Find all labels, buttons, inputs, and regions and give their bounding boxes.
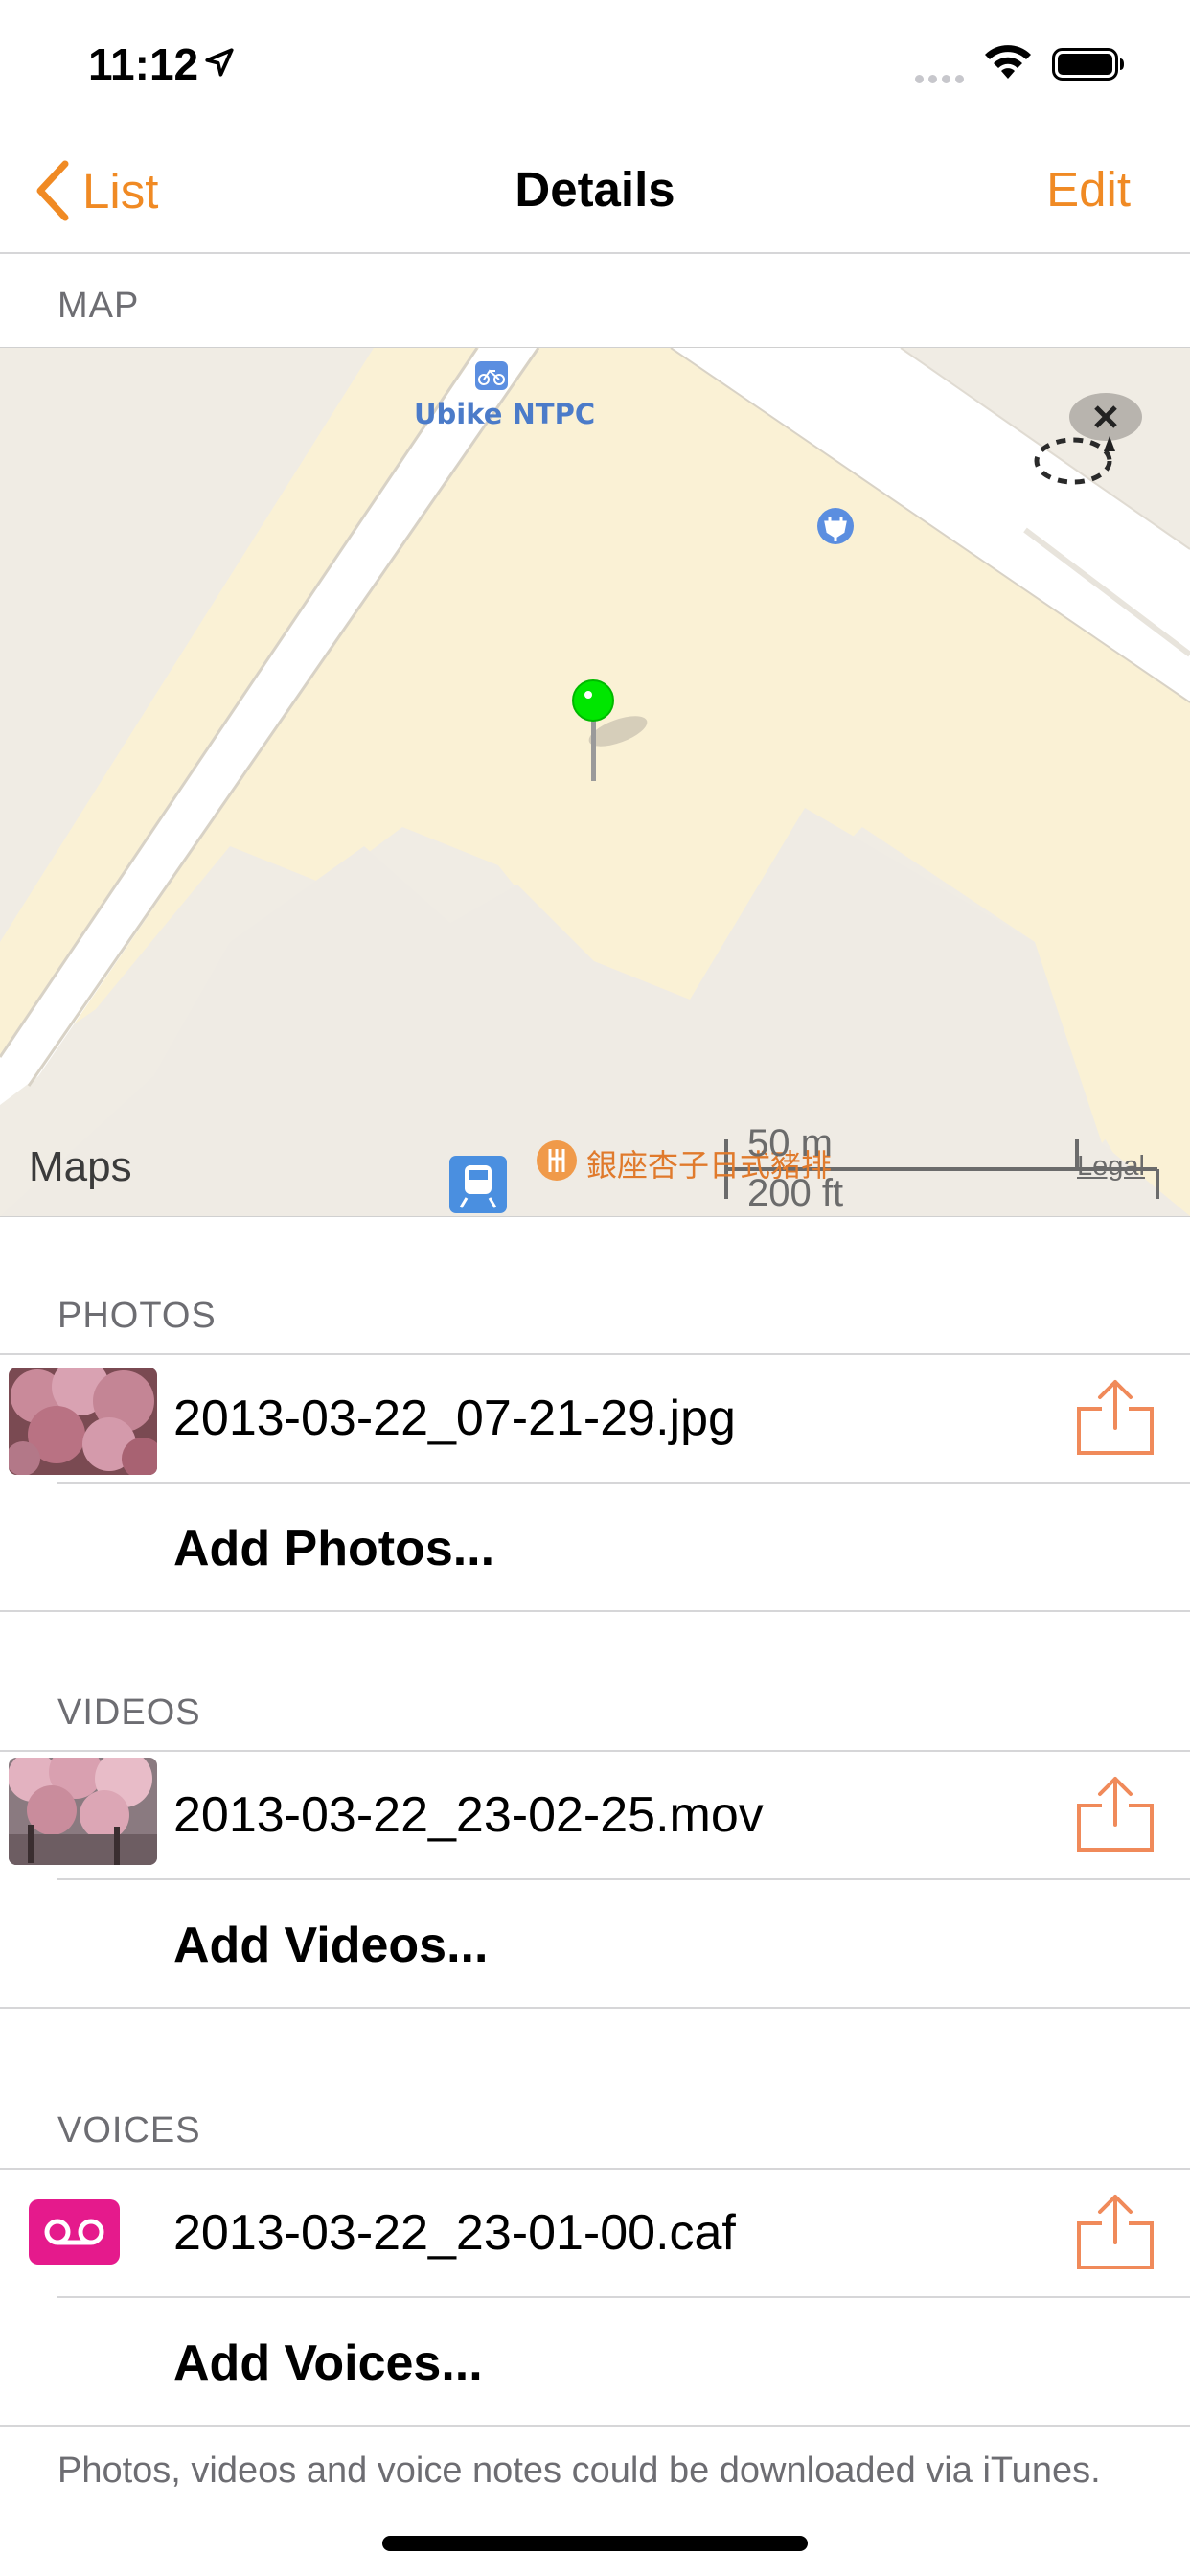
scale-metric: 50 m: [747, 1122, 833, 1164]
section-header-videos: VIDEOS: [57, 1692, 201, 1733]
scale-imperial: 200 ft: [747, 1172, 844, 1214]
share-icon[interactable]: [1075, 1378, 1156, 1457]
video-thumbnail: [9, 1758, 157, 1865]
divider: [0, 2007, 1190, 2009]
divider: [0, 1610, 1190, 1612]
share-icon[interactable]: [1075, 1775, 1156, 1853]
footer-note: Photos, videos and voice notes could be …: [57, 2450, 1101, 2491]
train-icon: [449, 1156, 507, 1213]
add-voices-row[interactable]: Add Voices...: [0, 2298, 1190, 2425]
cellular-signal-icon: [915, 71, 969, 88]
section-header-photos: PHOTOS: [57, 1296, 217, 1336]
section-header-voices: VOICES: [57, 2110, 201, 2150]
map-poi-bike-label: Ubike NTPC: [414, 398, 596, 430]
photo-filename: 2013-03-22_07-21-29.jpg: [173, 1391, 736, 1446]
divider: [0, 2425, 1190, 2426]
nav-divider: [0, 252, 1190, 254]
edit-button[interactable]: Edit: [1046, 161, 1131, 218]
home-indicator[interactable]: [382, 2536, 808, 2551]
section-header-map: MAP: [57, 286, 140, 326]
wifi-icon: [985, 45, 1031, 79]
voice-row[interactable]: 2013-03-22_23-01-00.caf: [0, 2170, 1190, 2296]
add-voices-button[interactable]: Add Voices...: [173, 2334, 483, 2392]
voicemail-icon: [29, 2199, 120, 2265]
status-time: 11:12: [88, 39, 199, 89]
voice-filename: 2013-03-22_23-01-00.caf: [173, 2205, 736, 2261]
add-videos-row[interactable]: Add Videos...: [0, 1880, 1190, 2007]
map-legal-link[interactable]: Legal: [1077, 1151, 1145, 1183]
battery-icon: [1052, 48, 1124, 80]
add-photos-row[interactable]: Add Photos...: [0, 1484, 1190, 1610]
video-filename: 2013-03-22_23-02-25.mov: [173, 1787, 764, 1843]
apple-maps-logo: Maps: [29, 1143, 132, 1190]
map-view[interactable]: Ubike NTPC 銀座杏子日式豬排 Maps 50 m 200 ft Leg…: [0, 347, 1190, 1217]
restaurant-icon: [537, 1140, 577, 1181]
page-title: Details: [515, 162, 675, 217]
add-photos-button[interactable]: Add Photos...: [173, 1520, 494, 1577]
location-arrow-icon: [205, 48, 234, 77]
share-icon[interactable]: [1075, 2193, 1156, 2271]
bike-icon: [475, 361, 508, 390]
video-row[interactable]: 2013-03-22_23-02-25.mov: [0, 1752, 1190, 1878]
charging-icon: [817, 508, 854, 544]
photo-thumbnail: [9, 1368, 157, 1475]
photo-row[interactable]: 2013-03-22_07-21-29.jpg: [0, 1355, 1190, 1482]
add-videos-button[interactable]: Add Videos...: [173, 1917, 488, 1974]
map-background: [0, 348, 1190, 1216]
